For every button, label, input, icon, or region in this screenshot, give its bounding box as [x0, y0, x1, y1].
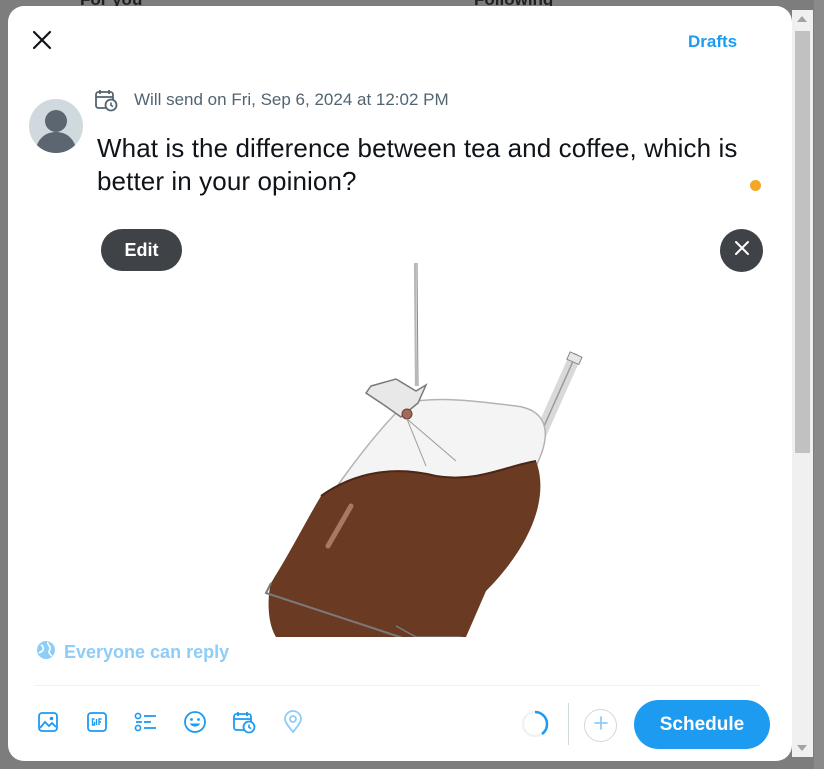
schedule-button[interactable]: Schedule: [634, 700, 770, 749]
media-button[interactable]: [30, 706, 66, 742]
plus-icon: [593, 715, 609, 736]
character-progress-ring: [520, 709, 550, 739]
avatar[interactable]: [29, 99, 83, 153]
compose-modal: Drafts Will send on Fri, Sep 6, 2024 at …: [8, 6, 792, 761]
scroll-up-arrow[interactable]: [797, 16, 807, 22]
scroll-thumb[interactable]: [795, 31, 810, 453]
poll-button[interactable]: [128, 706, 164, 742]
divider: [34, 685, 760, 686]
close-icon: [734, 240, 750, 261]
default-avatar-icon: [35, 110, 77, 153]
edit-media-button[interactable]: Edit: [101, 229, 182, 271]
gif-icon: [86, 711, 108, 738]
schedule-info[interactable]: Will send on Fri, Sep 6, 2024 at 12:02 P…: [94, 88, 449, 112]
emoji-icon: [183, 710, 207, 739]
schedule-icon: [232, 710, 256, 739]
add-post-button[interactable]: [584, 709, 617, 742]
location-button[interactable]: [275, 706, 311, 742]
image-icon: [37, 711, 59, 738]
iced-coffee-bag-illustration: [264, 262, 583, 637]
compose-toolbar: [30, 706, 311, 742]
close-button[interactable]: [25, 25, 59, 59]
close-icon: [31, 29, 53, 56]
globe-icon: [36, 640, 56, 665]
post-text-input[interactable]: What is the difference between tea and c…: [97, 132, 767, 198]
scrollbar[interactable]: [792, 10, 813, 757]
location-icon: [282, 709, 304, 739]
background-right-panel: [814, 0, 824, 769]
remove-media-button[interactable]: [720, 229, 763, 272]
schedule-text: Will send on Fri, Sep 6, 2024 at 12:02 P…: [134, 90, 449, 109]
poll-icon: [134, 711, 158, 738]
toolbar-separator: [568, 703, 569, 745]
drafts-button[interactable]: Drafts: [676, 28, 749, 56]
reply-setting-label: Everyone can reply: [64, 641, 230, 662]
character-count-indicator: [750, 180, 761, 191]
gif-button[interactable]: [79, 706, 115, 742]
schedule-post-button[interactable]: [226, 706, 262, 742]
reply-setting-button[interactable]: Everyone can reply: [36, 640, 229, 664]
emoji-button[interactable]: [177, 706, 213, 742]
media-preview-image: [96, 221, 771, 637]
scroll-down-arrow[interactable]: [797, 745, 807, 751]
calendar-clock-icon: [94, 88, 118, 112]
